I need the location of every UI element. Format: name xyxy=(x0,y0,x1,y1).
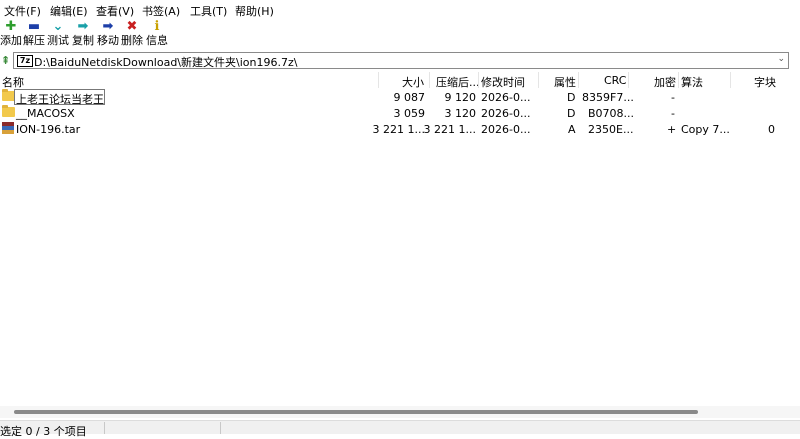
file-size: 9 087 xyxy=(393,91,426,104)
scrollbar-thumb[interactable] xyxy=(14,410,698,414)
test-button[interactable]: ⌄ 测试 xyxy=(45,19,71,47)
file-encrypted: - xyxy=(671,107,675,120)
menu-edit[interactable]: 编辑(E) xyxy=(50,3,88,19)
archive-7z-icon: 7z xyxy=(17,55,33,67)
file-modified: 2026-0... xyxy=(481,91,531,104)
menu-bar: 文件(F) 编辑(E) 查看(V) 书签(A) 工具(T) 帮助(H) xyxy=(0,0,800,19)
extract-icon: ▬ xyxy=(27,19,41,34)
move-button[interactable]: ➡ 移动 xyxy=(95,19,121,47)
menu-bookmarks[interactable]: 书签(A) xyxy=(142,3,180,19)
file-modified: 2026-0... xyxy=(481,123,531,136)
delete-label: 删除 xyxy=(121,34,143,47)
file-size: 3 221 1... xyxy=(372,123,425,136)
column-modified[interactable]: 修改时间 xyxy=(481,74,525,90)
tar-archive-icon xyxy=(2,122,14,134)
file-attr: A xyxy=(568,123,576,136)
up-folder-icon[interactable]: ⇞ xyxy=(1,54,10,67)
selection-status: 选定 0 / 3 个项目 xyxy=(0,425,87,438)
file-block: 0 xyxy=(768,123,775,136)
menu-tools[interactable]: 工具(T) xyxy=(190,3,227,19)
delete-button[interactable]: ✖ 删除 xyxy=(119,19,145,47)
file-crc: 2350E... xyxy=(588,123,634,136)
menu-view[interactable]: 查看(V) xyxy=(96,3,134,19)
column-packed[interactable]: 压缩后... xyxy=(436,74,480,90)
column-method[interactable]: 算法 xyxy=(681,74,703,90)
copy-button[interactable]: ➡ 复制 xyxy=(70,19,96,47)
address-path: D:\BaiduNetdiskDownload\新建文件夹\ion196.7z\ xyxy=(34,56,298,69)
info-icon: ℹ xyxy=(154,19,160,34)
file-name: __MACOSX xyxy=(16,107,75,120)
file-crc: B0708... xyxy=(588,107,635,120)
extract-button[interactable]: ▬ 解压 xyxy=(21,19,47,47)
file-packed: 3 221 1... xyxy=(423,123,476,136)
copy-label: 复制 xyxy=(72,34,94,47)
test-label: 测试 xyxy=(47,34,69,47)
file-encrypted: - xyxy=(671,91,675,104)
address-bar: ⇞ 7z D:\BaiduNetdiskDownload\新建文件夹\ion19… xyxy=(0,51,800,71)
file-encrypted: + xyxy=(667,123,677,136)
column-size[interactable]: 大小 xyxy=(402,74,424,90)
move-label: 移动 xyxy=(97,34,119,47)
extract-label: 解压 xyxy=(23,34,45,47)
status-bar: 选定 0 / 3 个项目 xyxy=(0,420,800,438)
folder-icon xyxy=(2,105,15,117)
column-crc[interactable]: CRC xyxy=(604,74,626,87)
address-field[interactable]: 7z D:\BaiduNetdiskDownload\新建文件夹\ion196.… xyxy=(13,52,789,69)
list-item[interactable]: __MACOSX 3 059 3 120 2026-0... D B0708..… xyxy=(0,105,800,121)
file-modified: 2026-0... xyxy=(481,107,531,120)
file-packed: 3 120 xyxy=(444,107,477,120)
file-name: ION-196.tar xyxy=(16,123,81,136)
move-icon: ➡ xyxy=(102,19,114,34)
file-method: Copy 7... xyxy=(681,123,730,136)
info-label: 信息 xyxy=(146,34,168,47)
column-block[interactable]: 字块 xyxy=(754,74,776,90)
list-item[interactable]: 上老王论坛当老王 9 087 9 120 2026-0... D 8359F7.… xyxy=(0,89,800,106)
copy-icon: ➡ xyxy=(77,19,89,34)
file-attr: D xyxy=(567,107,576,120)
menu-file[interactable]: 文件(F) xyxy=(4,3,41,19)
list-item[interactable]: ION-196.tar 3 221 1... 3 221 1... 2026-0… xyxy=(0,121,800,137)
horizontal-scrollbar[interactable] xyxy=(0,406,800,418)
column-encrypted[interactable]: 加密 xyxy=(654,74,676,90)
column-name[interactable]: 名称 xyxy=(2,74,24,90)
menu-help[interactable]: 帮助(H) xyxy=(235,3,274,19)
column-attributes[interactable]: 属性 xyxy=(554,74,576,90)
file-crc: 8359F7... xyxy=(582,91,634,104)
info-button[interactable]: ℹ 信息 xyxy=(144,19,170,47)
toolbar: ✚ 添加 ▬ 解压 ⌄ 测试 ➡ 复制 ➡ 移动 ✖ 删除 ℹ 信息 xyxy=(0,19,800,50)
test-icon: ⌄ xyxy=(52,19,64,34)
file-attr: D xyxy=(567,91,576,104)
column-header: 名称 大小 压缩后... 修改时间 属性 CRC 加密 算法 字块 xyxy=(0,72,800,90)
delete-icon: ✖ xyxy=(126,19,138,34)
file-size: 3 059 xyxy=(393,107,426,120)
file-packed: 9 120 xyxy=(444,91,477,104)
chevron-down-icon[interactable]: ⌄ xyxy=(777,54,785,64)
